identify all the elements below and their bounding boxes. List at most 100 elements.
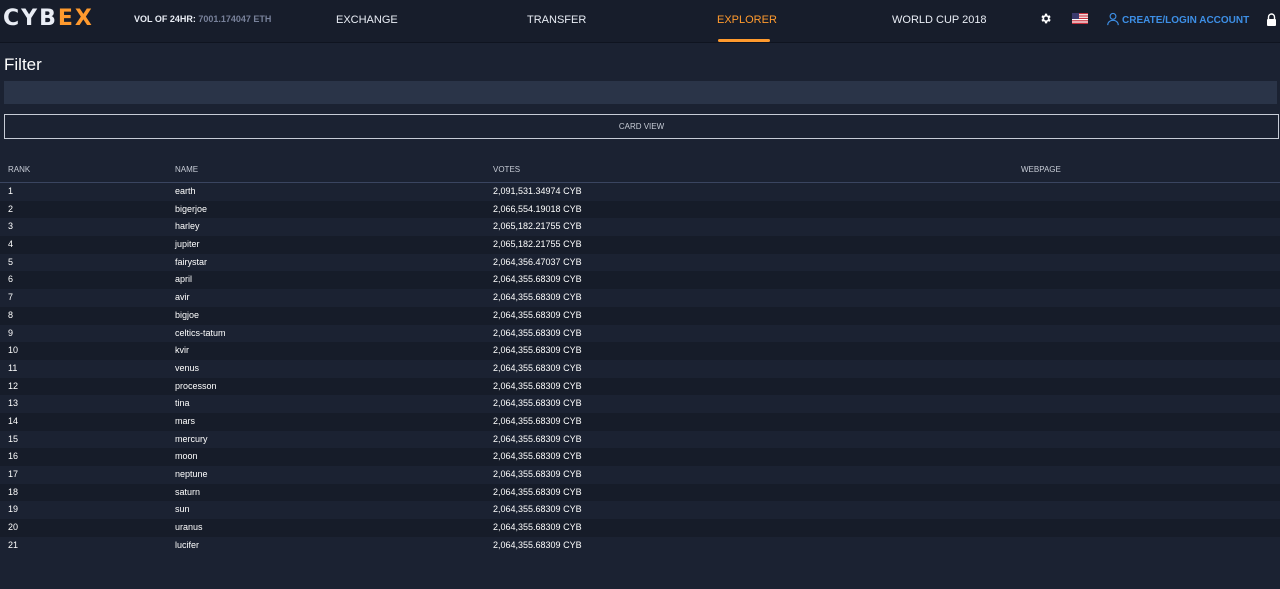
create-login-account-link[interactable]: CREATE/LOGIN ACCOUNT — [1122, 15, 1249, 26]
rank-cell: 21 — [8, 539, 19, 550]
cybex-logo[interactable]: CYBEX — [3, 6, 94, 31]
votes-cell: 2,064,355.68309 CYB — [493, 539, 582, 550]
name-cell: bigjoe — [175, 309, 200, 320]
name-cell: mercury — [175, 433, 208, 444]
user-icon[interactable] — [1106, 12, 1120, 26]
us-flag-icon[interactable] — [1072, 13, 1088, 24]
votes-cell: 2,064,355.68309 CYB — [493, 522, 582, 533]
table-body: 1 earth 2,091,531.34974 CYB 2 bigerjoe 2,066,… — [0, 183, 1280, 554]
logo-text-right: EX — [57, 6, 94, 31]
table-row[interactable]: 2 bigerjoe 2,066,554.19018 CYB — [0, 200, 1280, 219]
volume-24hr: VOL OF 24HR: 7001.174047 ETH — [134, 14, 271, 24]
filter-input[interactable] — [4, 81, 1277, 104]
column-header-name[interactable]: NAME — [175, 165, 198, 174]
name-cell: lucifer — [175, 539, 200, 550]
table-row[interactable]: 17 neptune 2,064,355.68309 CYB — [0, 466, 1280, 484]
rank-cell: 14 — [8, 415, 19, 426]
rank-cell: 2 — [8, 203, 14, 214]
rank-cell: 1 — [8, 186, 14, 196]
column-header-votes[interactable]: VOTES — [493, 165, 520, 174]
rank-cell: 11 — [8, 362, 18, 373]
nav-exchange[interactable]: EXCHANGE — [336, 14, 398, 26]
name-cell: saturn — [175, 486, 201, 497]
top-navigation-bar: CYBEX VOL OF 24HR: 7001.174047 ETH EXCHA… — [0, 0, 1280, 43]
votes-cell: 2,065,182.21755 CYB — [493, 239, 582, 250]
rank-cell: 17 — [8, 469, 19, 479]
table-row[interactable]: 8 bigjoe 2,064,355.68309 CYB — [0, 306, 1280, 325]
volume-value: 7001.174047 ETH — [198, 14, 272, 24]
votes-cell: 2,064,355.68309 CYB — [493, 486, 582, 497]
table-row[interactable]: 11 venus 2,064,355.68309 CYB — [0, 360, 1280, 378]
table-row[interactable]: 5 fairystar 2,064,356.47037 CYB — [0, 254, 1280, 272]
filter-title: Filter — [4, 55, 42, 74]
rank-cell: 5 — [8, 256, 14, 267]
votes-cell: 2,064,355.68309 CYB — [493, 469, 582, 479]
votes-cell: 2,064,355.68309 CYB — [493, 380, 582, 391]
votes-cell: 2,064,355.68309 CYB — [493, 292, 582, 303]
table-row[interactable]: 9 celtics-tatum 2,064,355.68309 CYB — [0, 325, 1280, 343]
lock-icon[interactable] — [1266, 13, 1277, 26]
column-header-rank[interactable]: RANK — [8, 165, 30, 174]
name-cell: processon — [175, 380, 217, 391]
witness-table: RANK NAME VOTES WEBPAGE 1 earth 2,091,531.… — [0, 159, 1280, 554]
table-row[interactable]: 10 kvir 2,064,355.68309 CYB — [0, 342, 1280, 360]
volume-label: VOL OF 24HR: — [134, 14, 196, 24]
name-cell: moon — [175, 451, 198, 462]
table-row[interactable]: 14 mars 2,064,355.68309 CYB — [0, 412, 1280, 431]
name-cell: mars — [175, 415, 195, 426]
rank-cell: 6 — [8, 274, 14, 285]
nav-transfer[interactable]: TRANSFER — [527, 14, 586, 26]
active-nav-indicator — [718, 39, 770, 42]
rank-cell: 10 — [8, 345, 19, 356]
name-cell: neptune — [175, 469, 208, 479]
table-row[interactable]: 1 earth 2,091,531.34974 CYB — [0, 183, 1280, 201]
rank-cell: 12 — [8, 380, 19, 391]
rank-cell: 4 — [8, 239, 14, 250]
rank-cell: 7 — [8, 292, 14, 303]
table-row[interactable]: 3 harley 2,065,182.21755 CYB — [0, 218, 1280, 236]
votes-cell: 2,064,355.68309 CYB — [493, 362, 582, 373]
votes-cell: 2,064,356.47037 CYB — [493, 256, 582, 267]
rank-cell: 15 — [8, 433, 19, 444]
rank-cell: 18 — [8, 486, 19, 497]
votes-cell: 2,064,355.68309 CYB — [493, 504, 582, 515]
name-cell: uranus — [175, 522, 203, 533]
gear-icon[interactable] — [1039, 12, 1052, 25]
votes-cell: 2,064,355.68309 CYB — [493, 274, 582, 285]
table-row[interactable]: 12 processon 2,064,355.68309 CYB — [0, 377, 1280, 396]
table-row[interactable]: 19 sun 2,064,355.68309 CYB — [0, 501, 1280, 519]
rank-cell: 20 — [8, 522, 19, 533]
votes-cell: 2,064,355.68309 CYB — [493, 433, 582, 444]
table-row[interactable]: 16 moon 2,064,355.68309 CYB — [0, 448, 1280, 466]
logo-text-left: CYB — [3, 6, 58, 31]
name-cell: bigerjoe — [175, 203, 208, 214]
name-cell: april — [175, 274, 193, 285]
name-cell: tina — [175, 398, 190, 409]
table-header: RANK NAME VOTES WEBPAGE — [0, 159, 1280, 183]
name-cell: kvir — [175, 345, 189, 356]
table-row[interactable]: 20 uranus 2,064,355.68309 CYB — [0, 519, 1280, 537]
table-row[interactable]: 4 jupiter 2,065,182.21755 CYB — [0, 236, 1280, 254]
name-cell: celtics-tatum — [175, 327, 226, 338]
votes-cell: 2,064,355.68309 CYB — [493, 327, 582, 338]
votes-cell: 2,064,355.68309 CYB — [493, 451, 582, 462]
votes-cell: 2,064,355.68309 CYB — [493, 398, 582, 409]
name-cell: harley — [175, 221, 200, 232]
card-view-button[interactable]: CARD VIEW — [4, 114, 1279, 139]
name-cell: avir — [175, 292, 190, 303]
rank-cell: 9 — [8, 327, 14, 338]
table-row[interactable]: 13 tina 2,064,355.68309 CYB — [0, 395, 1280, 413]
rank-cell: 3 — [8, 221, 14, 232]
table-row[interactable]: 15 mercury 2,064,355.68309 CYB — [0, 431, 1280, 449]
name-cell: sun — [175, 504, 190, 515]
rank-cell: 16 — [8, 451, 19, 462]
table-row[interactable]: 7 avir 2,064,355.68309 CYB — [0, 289, 1280, 307]
table-row[interactable]: 6 april 2,064,355.68309 CYB — [0, 271, 1280, 290]
table-row[interactable]: 18 saturn 2,064,355.68309 CYB — [0, 483, 1280, 502]
column-header-webpage[interactable]: WEBPAGE — [1021, 165, 1061, 174]
votes-cell: 2,064,355.68309 CYB — [493, 345, 582, 356]
nav-explorer[interactable]: EXPLORER — [717, 14, 777, 26]
nav-world-cup-2018[interactable]: WORLD CUP 2018 — [892, 14, 987, 26]
table-row[interactable]: 21 lucifer 2,064,355.68309 CYB — [0, 537, 1280, 555]
name-cell: venus — [175, 362, 200, 373]
